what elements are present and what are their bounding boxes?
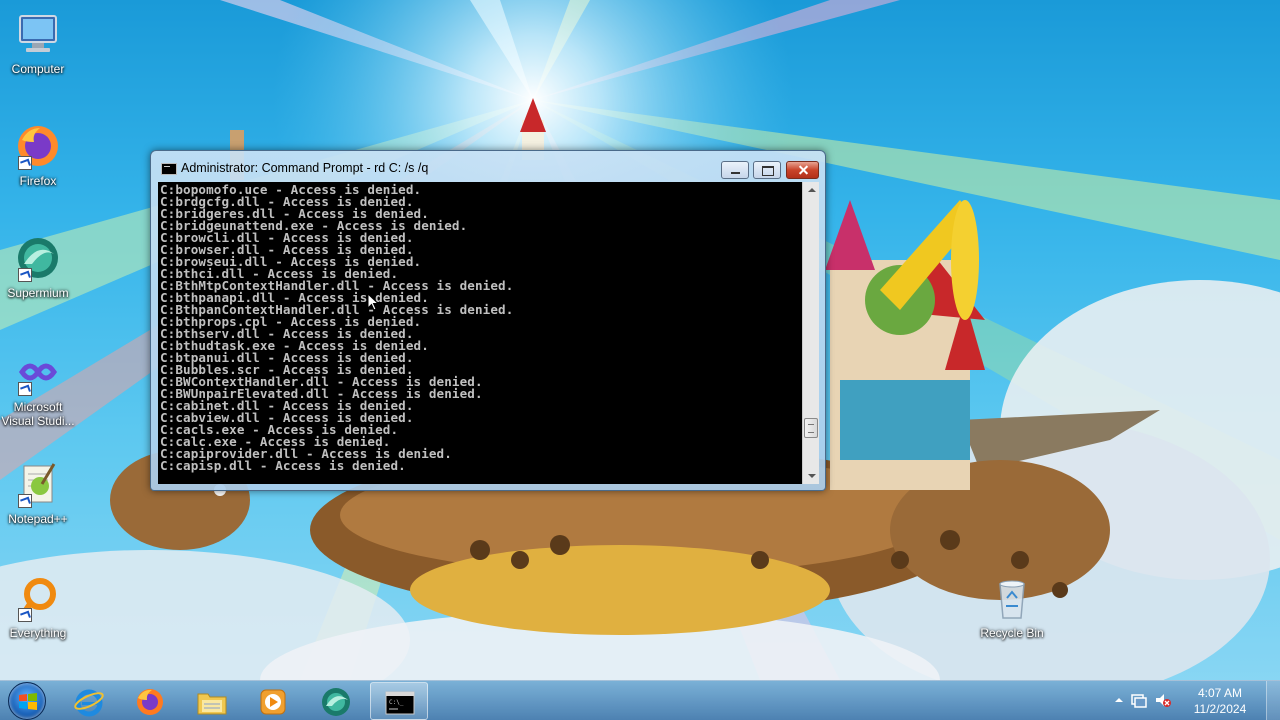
recycle-bin-icon (988, 574, 1036, 622)
file-explorer-icon (197, 693, 227, 715)
command-prompt-icon: C:\_ (385, 691, 415, 715)
taskbar-command-prompt[interactable]: C:\_ (370, 682, 428, 720)
supermium-icon (14, 234, 62, 282)
show-hidden-icons-chevron-icon[interactable] (1110, 691, 1128, 709)
taskbar: C:\_ 4:07 AM 11/2/2024 (0, 680, 1280, 720)
supermium-icon (322, 688, 350, 716)
desktop-icon-notepad-plus-plus[interactable]: Notepad++ (0, 460, 76, 526)
shortcut-arrow-icon (18, 268, 32, 282)
scroll-thumb[interactable] (804, 418, 818, 438)
desktop-icon-label: Everything (9, 626, 67, 640)
firefox-icon (14, 122, 62, 170)
shortcut-arrow-icon (18, 156, 32, 170)
desktop-icon-everything[interactable]: Everything (0, 574, 76, 640)
taskbar-media-player[interactable] (244, 682, 302, 720)
taskbar-file-explorer[interactable] (183, 682, 241, 720)
computer-icon (14, 10, 62, 58)
internet-explorer-icon (74, 689, 104, 717)
svg-text:C:\_: C:\_ (389, 699, 404, 706)
clock-time: 4:07 AM (1197, 686, 1243, 700)
windows-logo-icon (19, 693, 37, 710)
command-prompt-window[interactable]: Administrator: Command Prompt - rd C: /s… (150, 150, 826, 491)
volume-muted-icon[interactable] (1154, 691, 1172, 709)
scroll-down-arrow-icon[interactable] (803, 467, 820, 484)
console-output[interactable]: C:bopomofo.uce - Access is denied. C:brdg… (158, 182, 802, 484)
console-lines: C:bopomofo.uce - Access is denied. C:brdg… (158, 182, 802, 472)
shortcut-arrow-icon (18, 382, 32, 396)
mouse-cursor-icon (367, 293, 379, 311)
visual-studio-icon (14, 348, 62, 396)
minimize-button[interactable] (721, 161, 749, 179)
clock-date: 11/2/2024 (1193, 702, 1247, 716)
start-button[interactable] (8, 682, 46, 720)
desktop-icon-label: Supermium (7, 286, 69, 300)
close-button[interactable] (786, 161, 819, 179)
desktop-icon-label: Notepad++ (8, 512, 68, 526)
desktop-icon-label: Computer (11, 62, 65, 76)
desktop-icon-visual-studio[interactable]: Microsoft Visual Studi... (0, 348, 76, 428)
taskbar-clock[interactable]: 4:07 AM 11/2/2024 (1180, 685, 1260, 717)
desktop-icon-label: Microsoft Visual Studi... (1, 400, 75, 428)
console-line: C:capisp.dll - Access is denied. (160, 458, 406, 473)
maximize-button[interactable] (753, 161, 781, 179)
scroll-up-arrow-icon[interactable] (803, 182, 820, 199)
notepad-plus-plus-icon (14, 460, 62, 508)
window-title-bar[interactable]: Administrator: Command Prompt - rd C: /s… (151, 151, 825, 181)
desktop-icon-computer[interactable]: Computer (0, 10, 76, 76)
media-player-icon (260, 689, 286, 715)
action-center-flag-icon[interactable] (1130, 691, 1148, 709)
window-title: Administrator: Command Prompt - rd C: /s… (181, 161, 429, 175)
desktop-icon-label: Recycle Bin (980, 626, 1044, 640)
desktop-icon-recycle-bin[interactable]: Recycle Bin (974, 574, 1050, 640)
command-prompt-icon (161, 163, 177, 175)
system-tray: 4:07 AM 11/2/2024 (1110, 681, 1280, 720)
shortcut-arrow-icon (18, 494, 32, 508)
desktop-icon-firefox[interactable]: Firefox (0, 122, 76, 188)
shortcut-arrow-icon (18, 608, 32, 622)
taskbar-firefox[interactable] (121, 682, 179, 720)
taskbar-internet-explorer[interactable] (60, 682, 118, 720)
desktop-icon-supermium[interactable]: Supermium (0, 234, 76, 300)
desktop-icon-label: Firefox (19, 174, 57, 188)
firefox-icon (137, 689, 163, 715)
everything-search-icon (14, 574, 62, 622)
vertical-scrollbar[interactable] (802, 182, 819, 484)
show-desktop-button[interactable] (1266, 681, 1280, 720)
taskbar-supermium[interactable] (307, 682, 365, 720)
